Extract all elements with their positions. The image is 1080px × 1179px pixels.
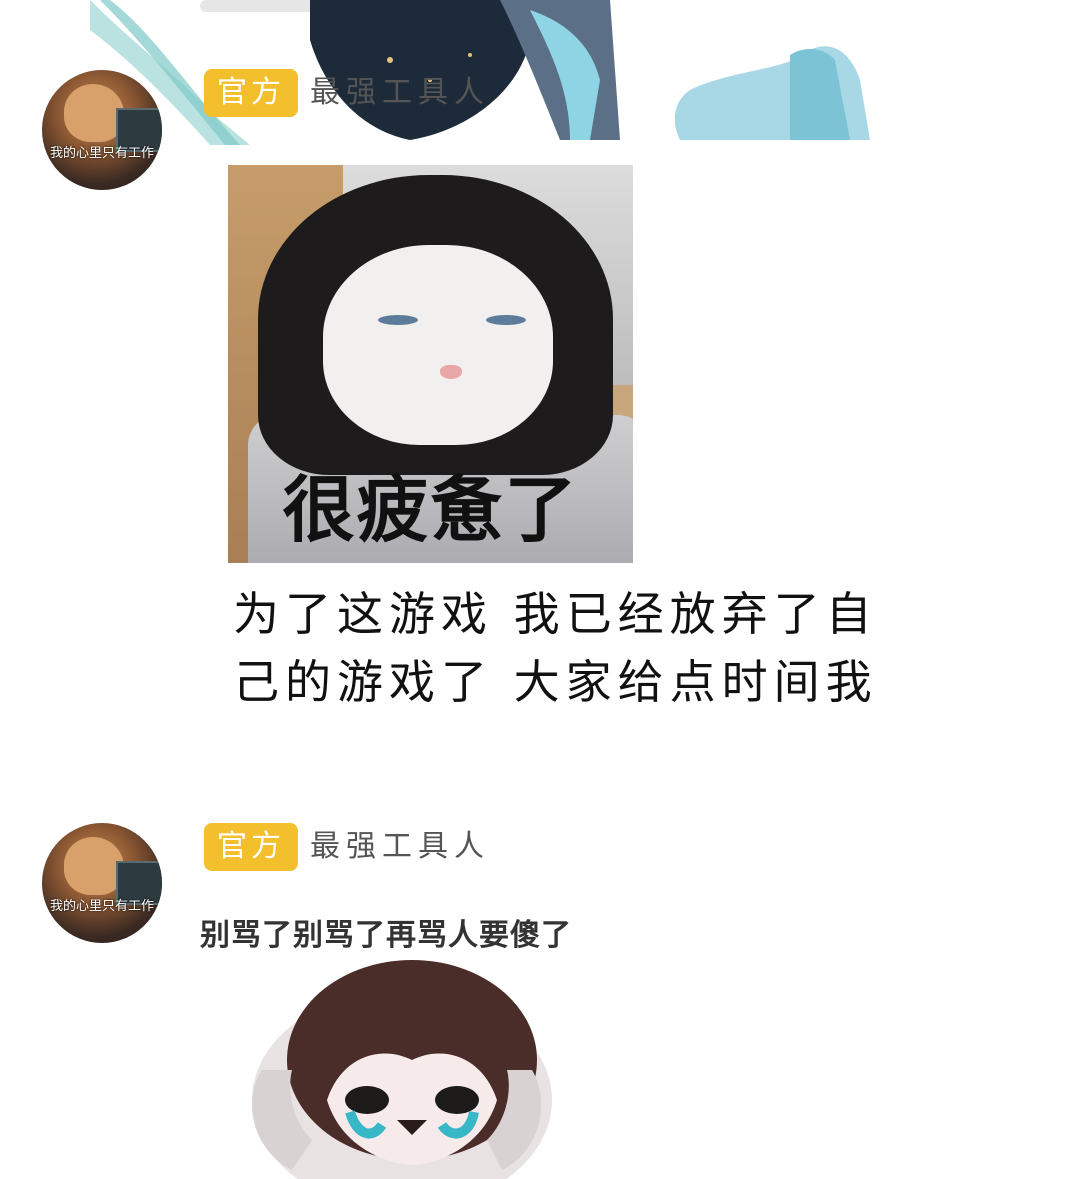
penguin-illustration [252, 960, 552, 1179]
avatar-caption: 我的心里只有工作 [49, 146, 154, 161]
avatar-cat-icon [64, 837, 124, 895]
meme-caption: 别骂了别骂了再骂人要傻了 [200, 918, 572, 953]
user-avatar[interactable]: 我的心里只有工作 [42, 70, 162, 190]
meme-cat-face [323, 245, 553, 445]
cat-meme-image[interactable]: 很疲惫了 [228, 165, 633, 563]
meme-caption: 很疲惫了 [282, 468, 579, 552]
meme-cat-eye-left [378, 315, 418, 325]
username[interactable]: 最强工具人 [310, 823, 490, 871]
avatar-caption: 我的心里只有工作 [49, 899, 154, 914]
user-avatar[interactable]: 我的心里只有工作 [42, 823, 162, 943]
meme-cat-nose [440, 365, 462, 379]
meme-cat-eye-right [486, 315, 526, 325]
penguin-meme-image[interactable]: 别骂了别骂了再骂人要傻了 [192, 900, 602, 1179]
message-text: 为了这游戏 我已经放弃了自己的游戏了 大家给点时间我 [233, 587, 878, 709]
official-badge: 官方 [204, 823, 298, 871]
avatar-cat-icon [64, 84, 124, 142]
username[interactable]: 最强工具人 [310, 69, 490, 117]
official-badge: 官方 [204, 69, 298, 117]
